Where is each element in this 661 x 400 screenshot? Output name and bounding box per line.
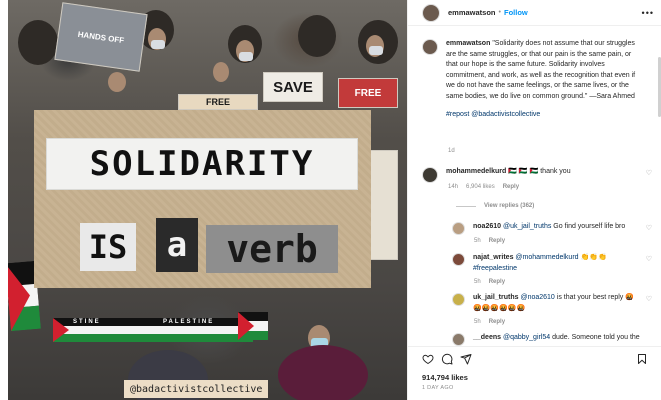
like-comment-icon[interactable]: ♡ bbox=[646, 255, 652, 263]
caption-text: "Solidarity does not assume that our str… bbox=[446, 40, 636, 100]
reply-emojis: 🤬🤬🤬🤬🤬🤬 bbox=[473, 304, 526, 312]
comment-icon[interactable] bbox=[441, 353, 453, 365]
like-comment-icon[interactable]: ♡ bbox=[646, 295, 652, 303]
avatar[interactable] bbox=[452, 222, 465, 235]
reply-text: is that your best reply 🤬 bbox=[554, 294, 634, 301]
reply-meta: 5h Reply bbox=[474, 279, 505, 285]
cutout-word-is: IS bbox=[80, 223, 136, 271]
comments-list[interactable]: emmawatson "Solidarity does not assume t… bbox=[408, 27, 661, 346]
comment-likes[interactable]: 6,904 likes bbox=[466, 184, 495, 190]
reply-username[interactable]: noa2610 bbox=[473, 223, 501, 230]
comment-text: 🇵🇸 🇵🇸 🇵🇸 thank you bbox=[508, 168, 571, 175]
reply-username[interactable]: najat_writes bbox=[473, 254, 513, 261]
palestinian-banner: STINE PALESTINE bbox=[53, 318, 253, 342]
avatar[interactable] bbox=[452, 293, 465, 306]
reply-text: Go find yourself life bro bbox=[551, 223, 626, 230]
reply-mention[interactable]: @noa2610 bbox=[520, 294, 554, 301]
view-replies-label: View replies (362) bbox=[484, 203, 535, 209]
caption-time: 1d bbox=[448, 148, 455, 154]
avatar[interactable] bbox=[422, 167, 438, 183]
reply: noa2610 @uk_jail_truths Go find yourself… bbox=[452, 222, 652, 235]
reply-button[interactable]: Reply bbox=[489, 238, 505, 244]
reply-button[interactable]: Reply bbox=[489, 279, 505, 285]
reply-time: 5h bbox=[474, 319, 481, 325]
face-mask bbox=[151, 40, 165, 49]
reply-username[interactable]: uk_jail_truths bbox=[473, 294, 519, 301]
repost-link[interactable]: #repost @badactivistcollective bbox=[446, 110, 636, 121]
heart-icon[interactable] bbox=[422, 353, 434, 365]
post-side-panel: emmawatson • Follow ••• emmawatson "Soli… bbox=[407, 0, 661, 400]
reply-meta: 5h Reply bbox=[474, 319, 505, 325]
protest-sign: FREE bbox=[178, 94, 258, 110]
more-options-icon[interactable]: ••• bbox=[642, 8, 654, 18]
like-count[interactable]: 914,794 likes bbox=[422, 373, 468, 382]
header-username[interactable]: emmawatson bbox=[448, 8, 496, 17]
face bbox=[213, 62, 229, 82]
reply-mention[interactable]: @qabby_girl54 bbox=[503, 334, 550, 341]
like-comment-icon[interactable]: ♡ bbox=[646, 224, 652, 232]
reply-mention[interactable]: @uk_jail_truths bbox=[503, 223, 551, 230]
protest-sign: SAVE bbox=[263, 72, 323, 102]
reply-username[interactable]: __deens bbox=[473, 334, 501, 341]
reply-mention[interactable]: @mohammedelkurd bbox=[515, 254, 578, 261]
avatar[interactable] bbox=[452, 253, 465, 266]
divider bbox=[456, 205, 476, 207]
comment-username[interactable]: mohammedelkurd bbox=[446, 168, 506, 175]
protest-sign: HANDS OFF bbox=[54, 2, 148, 72]
reply: __deens @qabby_girl54 dude. Someone told… bbox=[452, 333, 657, 346]
reply: najat_writes @mohammedelkurd 👏👏👏 #freepa… bbox=[452, 253, 652, 274]
crowd-figure bbox=[278, 345, 368, 400]
palestinian-flag bbox=[238, 312, 268, 340]
crowd-figure bbox=[18, 20, 58, 65]
view-replies-button[interactable]: View replies (362) bbox=[456, 203, 534, 209]
protest-sign bbox=[368, 150, 398, 260]
reply-text: dude. Someone told you the bbox=[550, 334, 640, 341]
cutout-word-verb: verb bbox=[206, 225, 338, 273]
reply: uk_jail_truths @noa2610 is that your bes… bbox=[452, 293, 652, 314]
reply-time: 5h bbox=[474, 279, 481, 285]
follow-button[interactable]: Follow bbox=[504, 8, 528, 17]
crowd-figure bbox=[298, 15, 336, 57]
avatar[interactable] bbox=[422, 3, 440, 22]
caption: emmawatson "Solidarity does not assume t… bbox=[422, 39, 642, 121]
separator-dot: • bbox=[498, 9, 501, 16]
reply-button[interactable]: Reply bbox=[503, 184, 519, 190]
face-mask bbox=[239, 52, 253, 61]
reply-time: 5h bbox=[474, 238, 481, 244]
reply-meta: 5h Reply bbox=[474, 238, 505, 244]
reply-hashtag[interactable]: #freepalestine bbox=[473, 264, 607, 275]
caption-username[interactable]: emmawatson bbox=[446, 40, 490, 47]
like-comment-icon[interactable]: ♡ bbox=[646, 169, 652, 177]
face bbox=[108, 72, 126, 92]
post-header: emmawatson • Follow ••• bbox=[408, 0, 661, 26]
comment-time: 14h bbox=[448, 184, 459, 190]
avatar[interactable] bbox=[452, 333, 465, 346]
cutout-word-a: a bbox=[156, 218, 198, 272]
post-date[interactable]: 1 DAY AGO bbox=[422, 385, 454, 391]
reply-button[interactable]: Reply bbox=[489, 319, 505, 325]
comment: mohammedelkurd 🇵🇸 🇵🇸 🇵🇸 thank you bbox=[422, 167, 642, 183]
protest-sign: FREE bbox=[338, 78, 398, 108]
post-actions: 914,794 likes 1 DAY AGO bbox=[408, 346, 661, 400]
share-icon[interactable] bbox=[460, 353, 472, 365]
reply-text: 👏👏👏 bbox=[578, 254, 607, 261]
bookmark-icon[interactable] bbox=[636, 353, 648, 365]
cutout-word-solidarity: SOLIDARITY bbox=[46, 138, 358, 190]
image-watermark: @badactivistcollective bbox=[124, 380, 269, 398]
post-image[interactable]: HANDS OFF SAVE FREE FREE STINE PALESTINE… bbox=[8, 0, 407, 400]
caption-meta: 1d bbox=[448, 148, 455, 154]
comment-meta: 14h 6,904 likes Reply bbox=[448, 184, 519, 190]
avatar[interactable] bbox=[422, 39, 438, 55]
face-mask bbox=[369, 46, 383, 55]
